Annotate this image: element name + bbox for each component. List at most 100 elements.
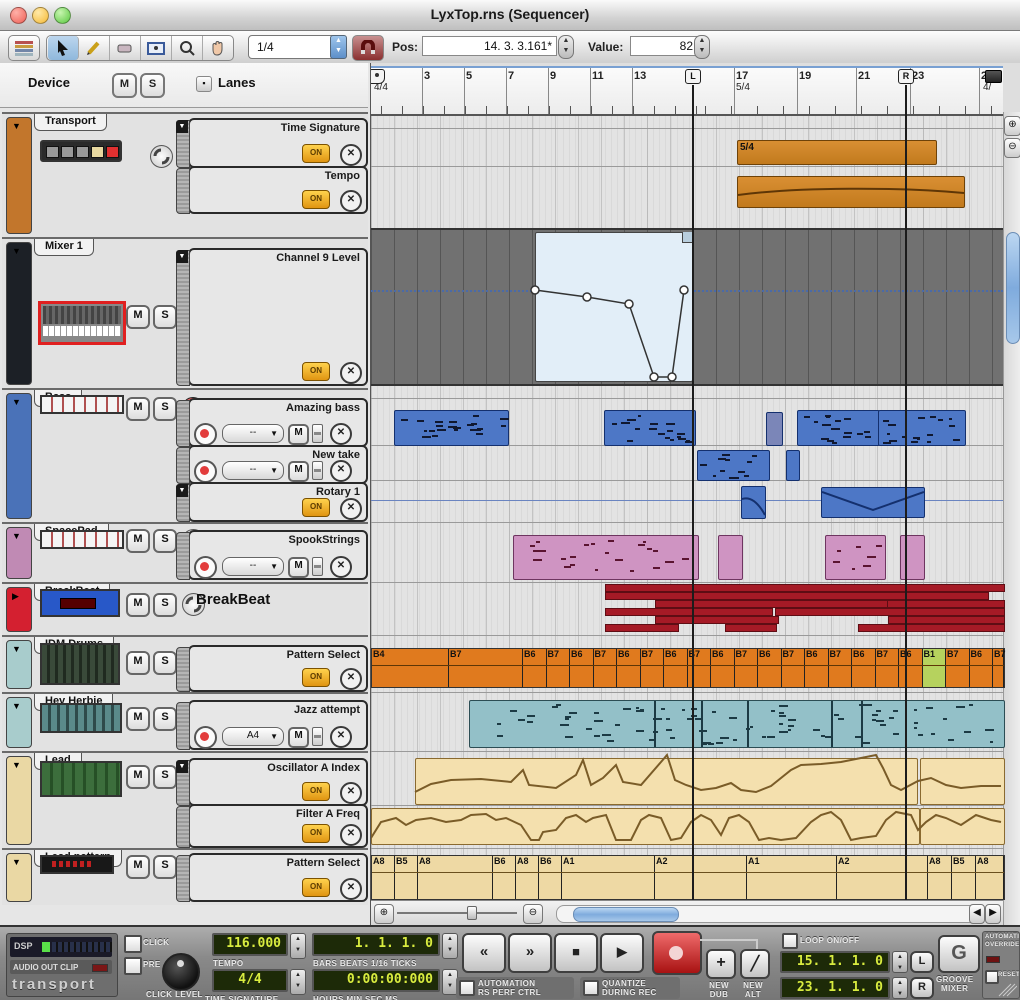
lane-delete-icon[interactable]: ✕	[330, 726, 352, 748]
lane-grip[interactable]	[176, 855, 190, 902]
rewind-button[interactable]: «	[462, 933, 506, 973]
groove-mixer-button[interactable]: G	[938, 935, 980, 973]
hzoom-slider-handle[interactable]	[467, 906, 477, 920]
resize-grip-icon[interactable]	[997, 982, 1017, 998]
take-dropdown[interactable]: -- ▼	[222, 424, 284, 443]
lane-fader[interactable]	[312, 461, 323, 480]
track-list-icon[interactable]	[8, 35, 40, 61]
loop-right-stepper[interactable]: ▲ ▼	[892, 977, 908, 999]
timesig-stepper[interactable]: ▲ ▼	[290, 969, 306, 995]
collapse-down-icon[interactable]: ▼	[12, 701, 21, 711]
mute-button[interactable]: M	[126, 651, 150, 675]
lane-grip[interactable]	[176, 250, 190, 386]
pattern-cell[interactable]: A8	[516, 856, 539, 899]
mute-button[interactable]: M	[126, 707, 150, 731]
track-color-strip[interactable]: ▶	[6, 587, 32, 632]
lane-on-badge[interactable]: ON	[302, 878, 330, 897]
lead-device-thumbnail[interactable]	[40, 761, 122, 797]
lane-collapse-icon[interactable]: ▼	[176, 484, 188, 497]
scroll-right-icon[interactable]: ▶	[985, 904, 1001, 924]
mute-button[interactable]: M	[126, 593, 150, 617]
track-color-strip[interactable]: ▼	[6, 242, 32, 385]
lane-panel[interactable]: Filter A Freq ON ✕	[176, 804, 368, 848]
solo-button[interactable]: S	[153, 305, 177, 329]
lane-record-button[interactable]	[194, 423, 217, 446]
playhead-line[interactable]	[692, 85, 694, 900]
pos-field[interactable]: 14. 3. 3.161*	[422, 36, 557, 56]
loop-left-display[interactable]: 15. 1. 1. 0	[780, 951, 890, 973]
matrix-device-thumbnail[interactable]	[40, 855, 114, 874]
pre-checkbox[interactable]	[124, 957, 142, 975]
lane-fader[interactable]	[312, 424, 323, 443]
value-field[interactable]: 82	[630, 36, 698, 56]
lane-record-button[interactable]	[194, 726, 217, 749]
lane-on-badge[interactable]: ON	[302, 362, 330, 381]
arrow-tool[interactable]	[47, 36, 79, 60]
solo-button[interactable]: S	[153, 529, 177, 553]
pattern-cell[interactable]: B5	[395, 856, 418, 899]
pattern-cell[interactable]: A8	[976, 856, 1004, 899]
song-position-display[interactable]: 1. 1. 1. 0	[312, 933, 440, 956]
lane-fader[interactable]	[312, 557, 323, 576]
track-color-strip[interactable]: ▼	[6, 640, 32, 689]
lane-delete-icon[interactable]: ✕	[330, 460, 352, 482]
lane-mute-button[interactable]: M	[288, 424, 309, 445]
lane-panel[interactable]: ▼ Oscillator A Index ON ✕	[176, 758, 368, 806]
horizontal-scrollbar[interactable]	[556, 905, 983, 923]
solo-button[interactable]: S	[153, 855, 177, 879]
track-color-strip[interactable]: ▼	[6, 393, 32, 519]
timesig-display[interactable]: 4/4	[212, 969, 288, 992]
lane-panel[interactable]: Amazing bass -- ▼ M ✕	[176, 398, 368, 447]
solo-button[interactable]: S	[153, 593, 177, 617]
lane-panel[interactable]: ▼ Rotary 1 ON ✕	[176, 482, 368, 522]
lane-delete-icon[interactable]: ✕	[340, 782, 362, 804]
pattern-cell[interactable]: A1	[562, 856, 655, 899]
lanes-add-icon[interactable]: ▪	[196, 76, 212, 92]
track-color-strip[interactable]: ▼	[6, 853, 32, 902]
pattern-cell[interactable]: B5	[952, 856, 976, 899]
solo-button[interactable]: S	[153, 397, 177, 421]
lane-panel[interactable]: ▼ Time Signature ON ✕	[176, 118, 368, 168]
pattern-cell[interactable]: A8	[372, 856, 395, 899]
collapse-down-icon[interactable]: ▼	[12, 760, 21, 770]
value-stepper[interactable]: ▲ ▼	[694, 35, 710, 59]
song-position-stepper[interactable]: ▲ ▼	[442, 933, 458, 959]
lane-grip[interactable]	[176, 400, 190, 447]
stop-button[interactable]: ■	[554, 933, 598, 973]
lane-collapse-icon[interactable]: ▼	[176, 120, 188, 133]
pattern-cell[interactable]: B6	[493, 856, 516, 899]
track-color-strip[interactable]: ▼	[6, 527, 32, 579]
collapse-down-icon[interactable]: ▼	[12, 397, 21, 407]
pattern-cell[interactable]: A2	[837, 856, 928, 899]
loop-right-display[interactable]: 23. 1. 1. 0	[780, 977, 890, 999]
lane-panel[interactable]: ▼ Channel 9 Level ON ✕	[176, 248, 368, 386]
lane-collapse-icon[interactable]: ▼	[176, 250, 188, 263]
collapse-down-icon[interactable]: ▼	[12, 121, 21, 131]
solo-button[interactable]: S	[153, 707, 177, 731]
snap-stepper[interactable]: ▲ ▼	[330, 35, 347, 59]
pattern-cell[interactable]: A8	[418, 856, 493, 899]
time-display[interactable]: 0:00:00:000	[312, 969, 440, 992]
quantize-checkbox[interactable]	[583, 980, 599, 996]
take-dropdown[interactable]: -- ▼	[222, 557, 284, 576]
lane-panel[interactable]: SpookStrings -- ▼ M ✕	[176, 530, 368, 580]
pattern-cell[interactable]: A2	[655, 856, 747, 899]
pattern-cell[interactable]: A1	[747, 856, 837, 899]
playhead-line[interactable]	[905, 85, 907, 900]
fast-forward-button[interactable]: »	[508, 933, 552, 973]
collapse-down-icon[interactable]: ▼	[12, 246, 21, 256]
eraser-tool[interactable]	[110, 36, 141, 60]
track-color-strip[interactable]: ▼	[6, 756, 32, 845]
collapse-down-icon[interactable]: ▼	[12, 531, 21, 541]
new-dub-button[interactable]: +	[706, 949, 736, 979]
hand-tool[interactable]	[203, 36, 233, 60]
lane-collapse-icon[interactable]: ▼	[176, 760, 188, 773]
lane-mute-button[interactable]: M	[288, 557, 309, 578]
record-button[interactable]	[652, 931, 702, 975]
breakbeat-device-thumbnail[interactable]	[40, 589, 120, 617]
lane-delete-icon[interactable]: ✕	[340, 190, 362, 212]
pencil-tool[interactable]	[79, 36, 110, 60]
lane-delete-icon[interactable]: ✕	[340, 878, 362, 900]
lane-delete-icon[interactable]: ✕	[330, 423, 352, 445]
mixer-device-thumbnail[interactable]	[38, 301, 126, 345]
